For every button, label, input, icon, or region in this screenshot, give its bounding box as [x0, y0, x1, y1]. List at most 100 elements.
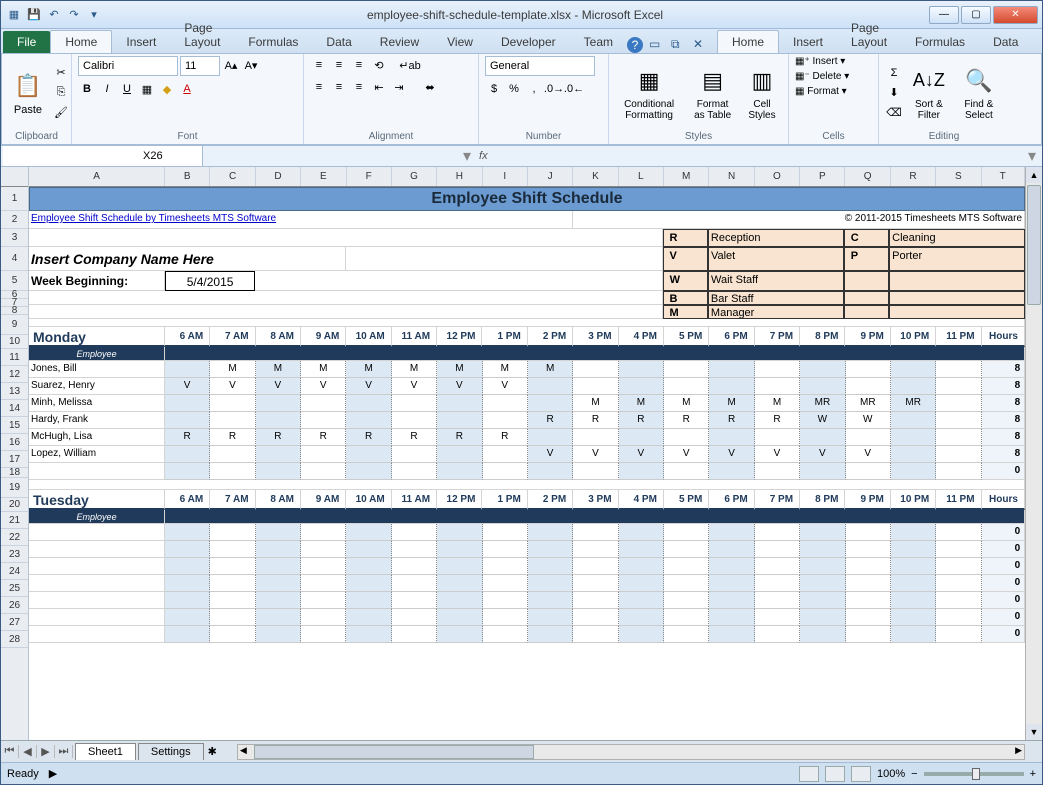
shift-cell[interactable] [891, 412, 936, 429]
cell[interactable] [29, 319, 1025, 327]
shift-cell[interactable] [346, 395, 391, 412]
shift-cell[interactable] [165, 446, 210, 463]
shift-cell[interactable] [755, 524, 800, 541]
shift-cell[interactable] [301, 609, 346, 626]
shift-cell[interactable] [664, 626, 709, 643]
shift-cell[interactable] [392, 463, 437, 480]
shift-cell[interactable] [256, 609, 301, 626]
shift-cell[interactable]: V [846, 446, 891, 463]
shift-cell[interactable]: M [256, 361, 301, 378]
shift-cell[interactable]: M [755, 395, 800, 412]
row-header-25[interactable]: 25 [1, 580, 28, 597]
shift-cell[interactable] [256, 558, 301, 575]
shift-cell[interactable] [256, 395, 301, 412]
cell[interactable] [255, 271, 662, 291]
time-header[interactable]: 4 PM [619, 327, 664, 347]
shift-cell[interactable] [755, 429, 800, 446]
shift-cell[interactable]: MR [800, 395, 845, 412]
time-header[interactable]: 1 PM [482, 327, 527, 347]
shift-cell[interactable] [210, 558, 255, 575]
row-header-28[interactable]: 28 [1, 631, 28, 648]
prev-sheet-icon[interactable]: ◀ [19, 745, 37, 758]
shift-cell[interactable]: V [346, 378, 391, 395]
shift-cell[interactable] [800, 429, 845, 446]
fx-icon[interactable]: fx [479, 150, 488, 162]
shift-cell[interactable] [891, 592, 936, 609]
shift-cell[interactable] [936, 463, 981, 480]
cell[interactable]: Manager [708, 305, 844, 319]
shift-cell[interactable] [846, 378, 891, 395]
time-header[interactable]: 5 PM [664, 327, 709, 347]
shift-cell[interactable]: M [392, 361, 437, 378]
shift-cell[interactable] [210, 626, 255, 643]
employee-name[interactable] [29, 558, 165, 575]
row-header-18[interactable]: 18 [1, 468, 28, 478]
align-bottom-icon[interactable]: ≡ [350, 56, 368, 74]
time-header[interactable]: 6 AM [165, 327, 210, 347]
shift-cell[interactable] [346, 463, 391, 480]
shift-cell[interactable] [755, 541, 800, 558]
shift-cell[interactable] [165, 575, 210, 592]
row-header-27[interactable]: 27 [1, 614, 28, 631]
shift-cell[interactable]: R [256, 429, 301, 446]
shift-cell[interactable] [664, 575, 709, 592]
row-header-17[interactable]: 17 [1, 451, 28, 468]
insert-cells-button[interactable]: ▦⁺ Insert ▾ [795, 56, 845, 67]
shift-cell[interactable] [619, 361, 664, 378]
shift-cell[interactable] [165, 609, 210, 626]
shift-cell[interactable] [664, 524, 709, 541]
column-header-D[interactable]: D [256, 167, 301, 186]
hours-total[interactable]: 0 [982, 626, 1025, 643]
shift-cell[interactable]: V [256, 378, 301, 395]
row-header-1[interactable]: 1 [1, 187, 28, 211]
row-header-9[interactable]: 9 [1, 315, 28, 335]
shift-cell[interactable]: R [573, 412, 618, 429]
shift-cell[interactable] [846, 361, 891, 378]
shift-cell[interactable]: R [619, 412, 664, 429]
cell[interactable] [29, 480, 1025, 490]
row-header-3[interactable]: 3 [1, 229, 28, 247]
cell[interactable]: Bar Staff [708, 291, 844, 305]
tab-data[interactable]: Data [312, 31, 365, 53]
underline-button[interactable]: U [118, 80, 136, 98]
close-workbook-icon[interactable]: ✕ [693, 37, 709, 53]
time-header[interactable]: 1 PM [482, 490, 527, 510]
hours-total[interactable]: 8 [982, 446, 1025, 463]
row-header-21[interactable]: 21 [1, 512, 28, 529]
scroll-left-icon[interactable]: ◀ [240, 745, 247, 756]
shift-cell[interactable]: R [709, 412, 754, 429]
shift-cell[interactable] [301, 541, 346, 558]
shift-cell[interactable]: MR [891, 395, 936, 412]
shift-cell[interactable]: V [619, 446, 664, 463]
shift-cell[interactable] [800, 575, 845, 592]
shift-cell[interactable] [256, 541, 301, 558]
shift-cell[interactable] [664, 463, 709, 480]
shift-cell[interactable] [936, 541, 981, 558]
shift-cell[interactable] [256, 524, 301, 541]
row-header-4[interactable]: 4 [1, 247, 28, 271]
shift-cell[interactable] [846, 575, 891, 592]
column-header-H[interactable]: H [437, 167, 482, 186]
shift-cell[interactable] [528, 429, 573, 446]
shift-cell[interactable] [709, 626, 754, 643]
shift-cell[interactable] [392, 575, 437, 592]
shift-cell[interactable] [936, 524, 981, 541]
shift-cell[interactable]: R [483, 429, 528, 446]
time-header[interactable]: 6 PM [709, 490, 754, 510]
row-header-16[interactable]: 16 [1, 434, 28, 451]
shift-cell[interactable]: V [165, 378, 210, 395]
row-header-10[interactable]: 10 [1, 335, 28, 349]
cell[interactable] [889, 291, 1025, 305]
shift-cell[interactable] [346, 524, 391, 541]
shift-cell[interactable]: M [301, 361, 346, 378]
shift-cell[interactable] [573, 575, 618, 592]
shift-cell[interactable] [573, 361, 618, 378]
shift-cell[interactable]: M [210, 361, 255, 378]
column-header-Q[interactable]: Q [845, 167, 890, 186]
shift-cell[interactable] [891, 378, 936, 395]
shift-cell[interactable] [846, 558, 891, 575]
shift-cell[interactable] [210, 395, 255, 412]
sort-filter-button[interactable]: A↓ZSort & Filter [907, 63, 951, 123]
shift-cell[interactable] [210, 592, 255, 609]
cell[interactable]: Reception [708, 229, 844, 247]
